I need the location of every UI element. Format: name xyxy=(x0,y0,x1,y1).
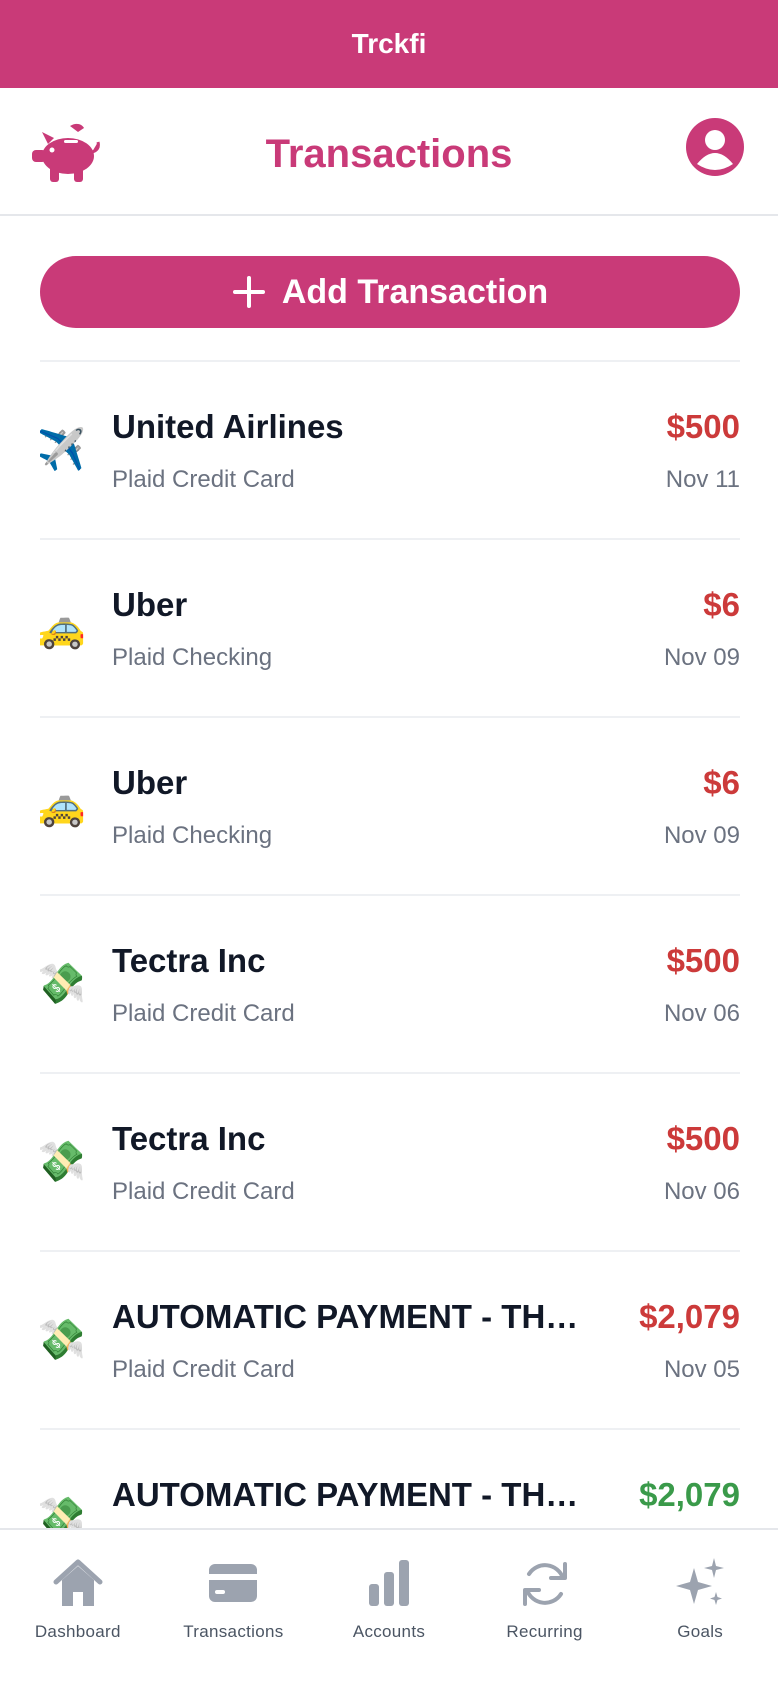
transaction-date: Nov 05 xyxy=(663,1356,740,1383)
transaction-account: Plaid Checking xyxy=(112,644,273,671)
tab-label-accounts: Accounts xyxy=(352,1622,426,1641)
airplane-icon: ✈️ xyxy=(40,428,86,472)
credit-card-icon xyxy=(209,1564,258,1602)
transaction-merchant: United Airlines xyxy=(112,408,344,445)
transaction-merchant: Uber xyxy=(112,586,188,623)
plus-icon xyxy=(232,276,265,308)
app-title-bar: Trckfi xyxy=(0,0,778,88)
tab-recurring[interactable]: Recurring xyxy=(467,1530,623,1686)
refresh-icon xyxy=(522,1562,567,1606)
page-header: Transactions xyxy=(0,88,778,216)
add-transaction-label: Add Transaction xyxy=(281,272,549,311)
bar-chart-icon xyxy=(368,1560,409,1606)
transaction-amount: $500 xyxy=(666,408,740,445)
transaction-account: Plaid Checking xyxy=(112,822,273,849)
transaction-account: Plaid Credit Card xyxy=(112,1356,295,1383)
transaction-date: Nov 11 xyxy=(665,466,740,493)
transaction-account: Plaid Credit Card xyxy=(112,466,295,493)
transaction-row[interactable]: 💸 AUTOMATIC PAYMENT - THA... Plaid Credit … xyxy=(40,1252,740,1430)
transaction-amount: $500 xyxy=(666,942,740,979)
user-circle-icon[interactable] xyxy=(684,116,746,178)
transaction-merchant: AUTOMATIC PAYMENT - THA... xyxy=(112,1298,592,1335)
transaction-amount: $2,079 xyxy=(639,1298,740,1335)
tab-accounts[interactable]: Accounts xyxy=(311,1530,467,1686)
transaction-row[interactable]: ✈️ United Airlines Plaid Credit Card $500 No… xyxy=(40,362,740,540)
add-transaction-button[interactable]: Add Transaction xyxy=(40,256,740,328)
transaction-row[interactable]: 💸 AUTOMATIC PAYMENT - THA... $2,079 xyxy=(40,1430,740,1528)
transaction-row[interactable]: 🚕 Uber Plaid Checking $6 Nov 09 xyxy=(40,540,740,718)
transaction-merchant: Uber xyxy=(112,764,188,801)
bottom-tab-bar: Dashboard Transactions Accounts Recurrin… xyxy=(0,1528,778,1686)
taxi-icon: 🚕 xyxy=(40,606,86,650)
taxi-icon: 🚕 xyxy=(40,784,86,828)
transaction-account: Plaid Credit Card xyxy=(112,1000,295,1027)
tab-transactions[interactable]: Transactions xyxy=(156,1530,312,1686)
transaction-date: Nov 09 xyxy=(663,822,740,849)
transaction-merchant: Tectra Inc xyxy=(112,942,266,979)
transaction-date: Nov 06 xyxy=(663,1178,740,1205)
transaction-amount: $2,079 xyxy=(639,1476,740,1513)
tab-dashboard[interactable]: Dashboard xyxy=(0,1530,156,1686)
money-with-wings-icon: 💸 xyxy=(40,1496,86,1528)
tab-label-dashboard: Dashboard xyxy=(34,1622,121,1641)
transaction-account: Plaid Credit Card xyxy=(112,1178,295,1205)
app-title: Trckfi xyxy=(351,28,427,59)
transaction-row[interactable]: 🚕 Uber Plaid Checking $6 Nov 09 xyxy=(40,718,740,896)
money-with-wings-icon: 💸 xyxy=(40,962,86,1006)
transaction-merchant: Tectra Inc xyxy=(112,1120,266,1157)
transaction-merchant: AUTOMATIC PAYMENT - THA... xyxy=(112,1476,592,1513)
transaction-amount: $500 xyxy=(666,1120,740,1157)
transaction-list[interactable]: ✈️ United Airlines Plaid Credit Card $500 No… xyxy=(40,360,740,1528)
page-title: Transactions xyxy=(265,132,513,176)
transaction-date: Nov 09 xyxy=(663,644,740,671)
transaction-amount: $6 xyxy=(703,764,740,801)
money-with-wings-icon: 💸 xyxy=(40,1140,86,1184)
sparkles-icon xyxy=(676,1558,725,1605)
tab-label-goals: Goals xyxy=(677,1622,724,1641)
transaction-row[interactable]: 💸 Tectra Inc Plaid Credit Card $500 Nov 06 xyxy=(40,1074,740,1252)
tab-goals[interactable]: Goals xyxy=(622,1530,778,1686)
tab-label-recurring: Recurring xyxy=(506,1622,583,1641)
tab-label-transactions: Transactions xyxy=(183,1622,284,1641)
transaction-date: Nov 06 xyxy=(663,1000,740,1027)
home-icon xyxy=(53,1559,103,1606)
transaction-amount: $6 xyxy=(703,586,740,623)
money-with-wings-icon: 💸 xyxy=(40,1318,86,1362)
transaction-row[interactable]: 💸 Tectra Inc Plaid Credit Card $500 Nov 06 xyxy=(40,896,740,1074)
